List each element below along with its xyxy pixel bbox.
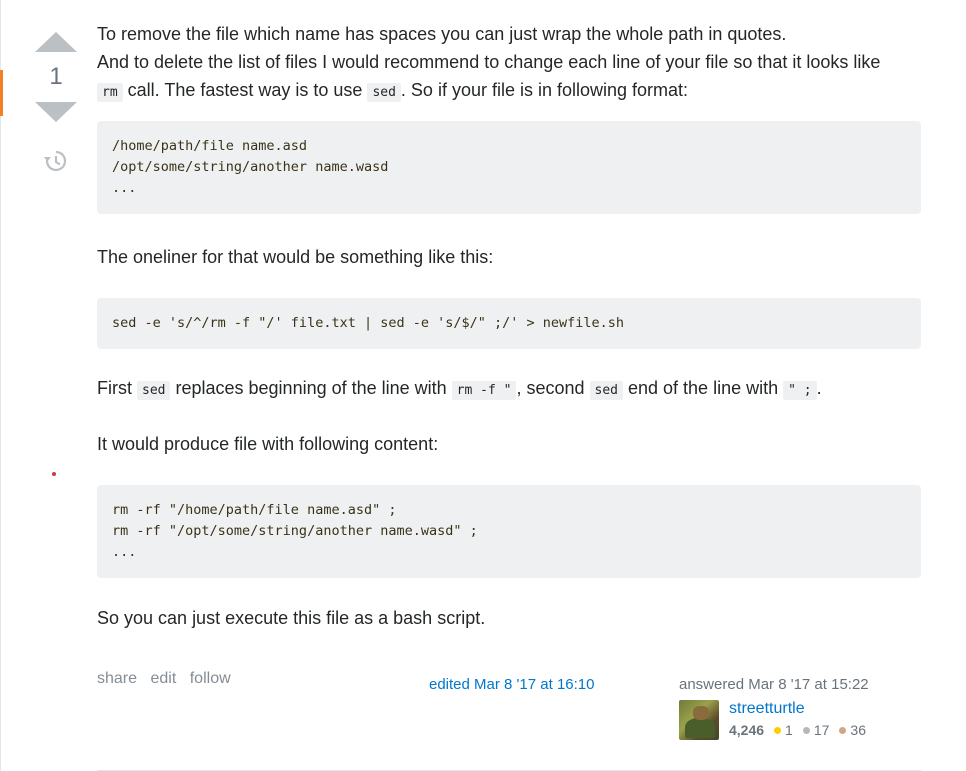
paragraph-explanation: First sed replaces beginning of the line… [97,374,921,405]
inline-code-rm: rm [97,83,123,102]
reputation-row: 4,246 1 17 36 [729,722,866,738]
intro-line-1: To remove the file which name has spaces… [97,24,787,44]
username-link[interactable]: streetturtle [729,700,805,718]
post-footer: share edit follow edited Mar 8 '17 at 16… [97,668,921,748]
reputation-score: 4,246 [729,722,765,738]
vote-count: 1 [49,63,63,90]
gold-badge-icon [774,726,782,734]
explanation-text-e: . [816,378,822,398]
vote-cell: 1 [28,28,84,174]
silver-badge-icon [802,726,810,734]
intro-text-b: . So if your file is in following format… [400,80,689,100]
status-dot [52,472,56,476]
inline-code-sed-2: sed [589,381,623,400]
explanation-text-d: end of the line with [623,378,784,398]
explanation-text-c: , second [516,378,590,398]
code-block-oneliner: sed -e 's/^/rm -f "/' file.txt | sed -e … [97,298,921,349]
share-link[interactable]: share [97,670,137,687]
gold-badge-count: 1 [785,722,793,738]
follow-link[interactable]: follow [190,670,231,687]
answer-body: To remove the file which name has spaces… [97,20,921,632]
inline-code-sed: sed [367,83,401,102]
explanation-text-a: First [97,378,137,398]
bronze-badge-icon [839,726,847,734]
edit-link[interactable]: edit [150,670,176,687]
arrow-down-icon[interactable] [35,102,77,122]
code-block-output: rm -rf "/home/path/file name.asd" ; rm -… [97,485,921,578]
explanation-text-b: replaces beginning of the line with [170,378,452,398]
edited-timestamp-link[interactable]: edited Mar 8 '17 at 16:10 [429,676,594,693]
paragraph-oneliner: The oneliner for that would be something… [97,247,494,267]
inline-code-semicolon: " ; [783,381,817,400]
avatar[interactable] [679,700,719,740]
post-menu: share edit follow [97,670,240,688]
arrow-up-icon[interactable] [35,32,77,52]
intro-line-2: And to delete the list of files I would … [97,52,881,72]
user-card: streetturtle 4,246 1 17 36 [679,700,919,742]
inline-code-sed-1: sed [137,381,171,400]
answered-timestamp: answered Mar 8 '17 at 15:22 [679,676,869,693]
bronze-badge-count: 36 [850,722,866,738]
silver-badge-count: 17 [813,722,830,738]
history-icon[interactable] [43,148,69,174]
accepted-accent-bar [0,70,3,116]
avatar-shell [685,718,715,738]
paragraph-output: It would produce file with following con… [97,434,439,454]
paragraph-conclusion: So you can just execute this file as a b… [97,608,486,628]
paragraph-intro: To remove the file which name has spaces… [97,20,921,107]
intro-text-a: call. The fastest way is to use [122,80,368,100]
code-block-file-list: /home/path/file name.asd /opt/some/strin… [97,121,921,214]
inline-code-rm-f: rm -f " [451,381,517,400]
avatar-face [693,706,709,720]
